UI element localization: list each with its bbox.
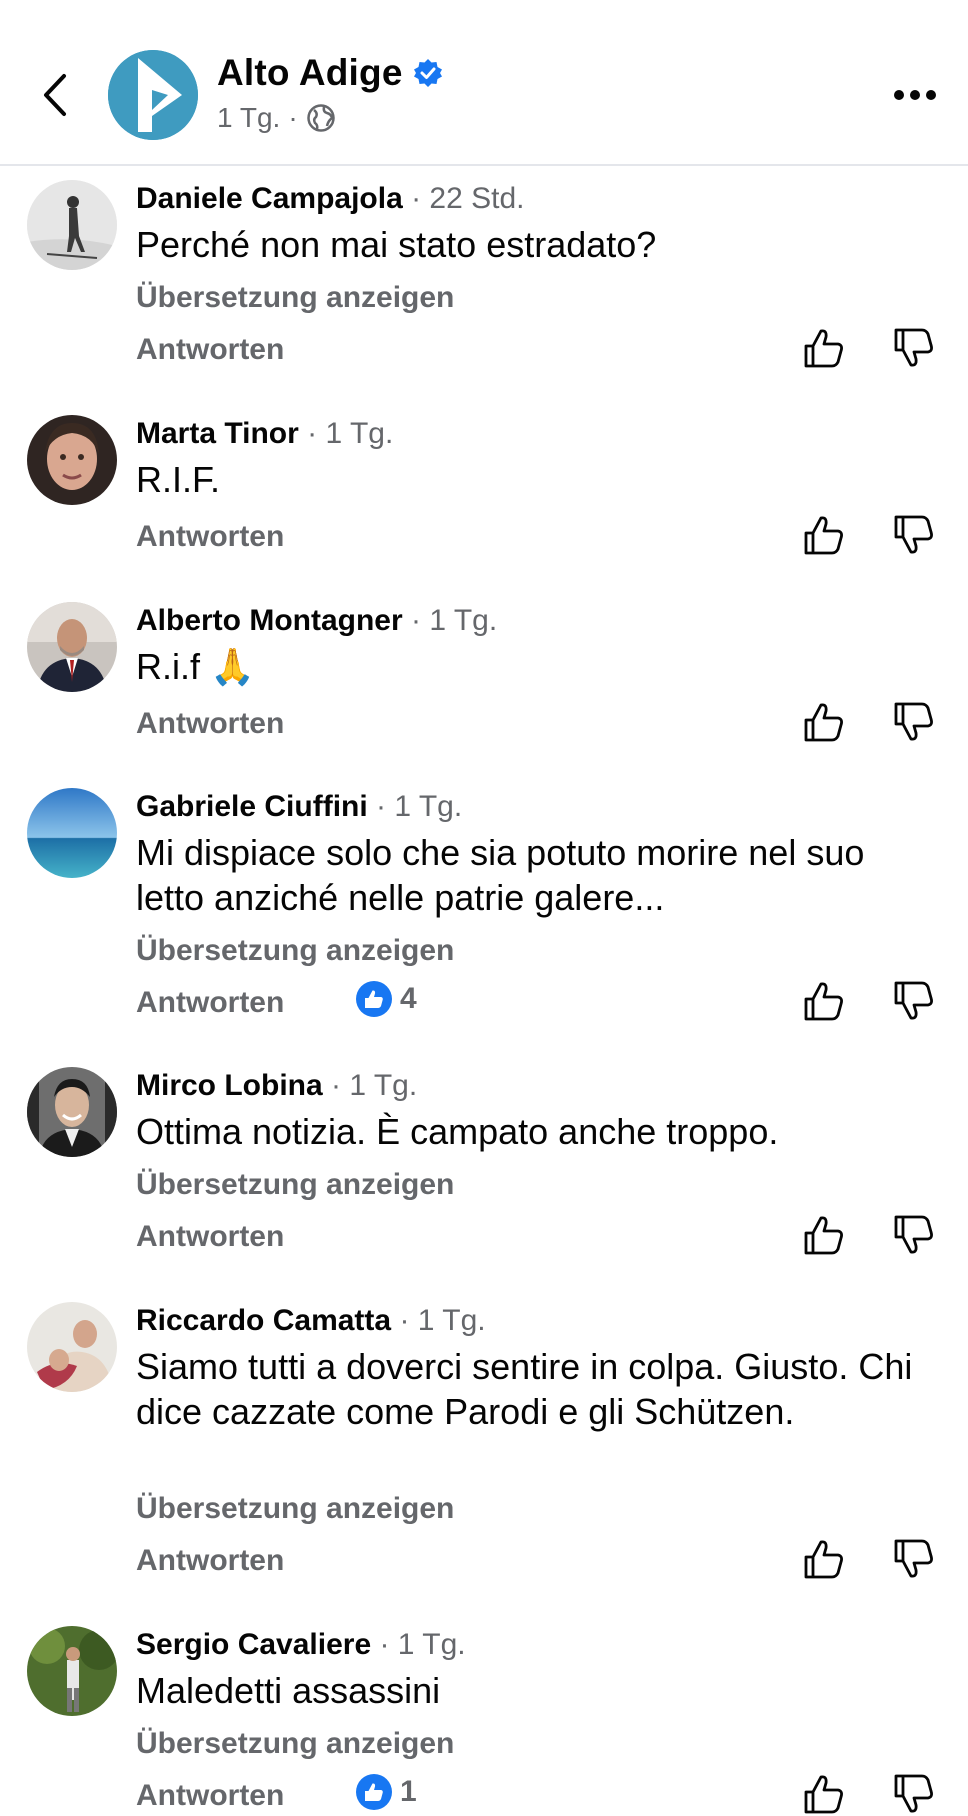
reaction-count: 4 xyxy=(400,982,417,1015)
comment-time[interactable]: · 1 Tg. xyxy=(411,604,497,637)
reaction-summary[interactable]: 4 xyxy=(356,981,417,1017)
comment-header: Alberto Montagner · 1 Tg. xyxy=(136,604,497,638)
reply-link[interactable]: Antworten xyxy=(136,1220,284,1254)
avatar[interactable] xyxy=(27,1302,117,1392)
verified-badge-icon xyxy=(413,59,442,87)
avatar[interactable] xyxy=(27,788,117,878)
comment-author[interactable]: Gabriele Ciuffini xyxy=(136,790,368,823)
comment-time[interactable]: · 1 Tg. xyxy=(307,417,393,450)
thumbs-up-icon[interactable] xyxy=(802,1772,846,1816)
post-meta: 1 Tg. · xyxy=(217,102,336,134)
comment-author[interactable]: Riccardo Camatta xyxy=(136,1304,391,1337)
thumbs-up-icon[interactable] xyxy=(802,1213,846,1257)
page-logo xyxy=(108,50,198,140)
thumbs-up-icon[interactable] xyxy=(802,1537,846,1581)
thumbs-down-icon[interactable] xyxy=(892,1213,936,1257)
reply-link[interactable]: Antworten xyxy=(136,1544,284,1578)
comment-text: Perché non mai stato estradato? xyxy=(136,224,657,265)
comment-author[interactable]: Daniele Campajola xyxy=(136,182,403,215)
comment-text: Mi dispiace solo che sia potuto morire n… xyxy=(136,832,865,918)
more-options-button[interactable] xyxy=(890,75,940,115)
translate-link[interactable]: Übersetzung anzeigen xyxy=(136,1168,454,1202)
avatar[interactable] xyxy=(27,1067,117,1157)
comment-text: Ottima notizia. È campato anche troppo. xyxy=(136,1111,779,1152)
page-avatar[interactable] xyxy=(108,50,198,140)
comment-text: R.i.f 🙏 xyxy=(136,646,255,687)
like-reaction-icon xyxy=(356,981,392,1017)
avatar[interactable] xyxy=(27,602,117,692)
avatar[interactable] xyxy=(27,415,117,505)
comment-time[interactable]: · 1 Tg. xyxy=(379,1628,465,1661)
post-header: Alto Adige 1 Tg. · xyxy=(0,0,968,166)
thumbs-down-icon[interactable] xyxy=(892,979,936,1023)
comment-author[interactable]: Mirco Lobina xyxy=(136,1069,323,1102)
page-title[interactable]: Alto Adige xyxy=(217,52,443,94)
page-title-text: Alto Adige xyxy=(217,52,403,93)
thumbs-up-icon[interactable] xyxy=(802,979,846,1023)
globe-icon xyxy=(306,104,335,132)
translate-link[interactable]: Übersetzung anzeigen xyxy=(136,1727,454,1761)
like-reaction-icon xyxy=(356,1774,392,1810)
comment-time[interactable]: · 1 Tg. xyxy=(376,790,462,823)
comment-header: Sergio Cavaliere · 1 Tg. xyxy=(136,1628,466,1662)
comment-header: Mirco Lobina · 1 Tg. xyxy=(136,1069,417,1103)
translate-link[interactable]: Übersetzung anzeigen xyxy=(136,934,454,968)
comment-time[interactable]: · 1 Tg. xyxy=(399,1304,485,1337)
comment-time[interactable]: · 22 Std. xyxy=(411,182,524,215)
thumbs-up-icon[interactable] xyxy=(802,700,846,744)
reply-link[interactable]: Antworten xyxy=(136,333,284,367)
comment-time[interactable]: · 1 Tg. xyxy=(331,1069,417,1102)
reply-link[interactable]: Antworten xyxy=(136,1779,284,1813)
thumbs-down-icon[interactable] xyxy=(892,1537,936,1581)
avatar[interactable] xyxy=(27,180,117,270)
comment-header: Daniele Campajola · 22 Std. xyxy=(136,182,525,216)
avatar[interactable] xyxy=(27,1626,117,1716)
thumbs-up-icon[interactable] xyxy=(802,326,846,370)
reaction-count: 1 xyxy=(400,1775,417,1808)
thumbs-down-icon[interactable] xyxy=(892,513,936,557)
comment-author[interactable]: Sergio Cavaliere xyxy=(136,1628,371,1661)
comment-text: R.I.F. xyxy=(136,459,221,500)
thumbs-down-icon[interactable] xyxy=(892,1772,936,1816)
comment-header: Gabriele Ciuffini · 1 Tg. xyxy=(136,790,462,824)
back-arrow-icon xyxy=(44,74,66,116)
translate-link[interactable]: Übersetzung anzeigen xyxy=(136,1492,454,1526)
post-time: 1 Tg. xyxy=(217,102,281,133)
reply-link[interactable]: Antworten xyxy=(136,707,284,741)
reply-link[interactable]: Antworten xyxy=(136,520,284,554)
reaction-summary[interactable]: 1 xyxy=(356,1774,417,1810)
comment-text: Siamo tutti a doverci sentire in colpa. … xyxy=(136,1346,913,1432)
more-options-icon xyxy=(894,90,936,100)
comment-text: Maledetti assassini xyxy=(136,1670,441,1711)
comment-header: Riccardo Camatta · 1 Tg. xyxy=(136,1304,486,1338)
comment-author[interactable]: Alberto Montagner xyxy=(136,604,403,637)
comment-header: Marta Tinor · 1 Tg. xyxy=(136,417,393,451)
translate-link[interactable]: Übersetzung anzeigen xyxy=(136,281,454,315)
back-button[interactable] xyxy=(30,65,80,125)
comment-author[interactable]: Marta Tinor xyxy=(136,417,299,450)
thumbs-up-icon[interactable] xyxy=(802,513,846,557)
thumbs-down-icon[interactable] xyxy=(892,326,936,370)
reply-link[interactable]: Antworten xyxy=(136,986,284,1020)
thumbs-down-icon[interactable] xyxy=(892,700,936,744)
meta-separator: · xyxy=(288,102,298,133)
